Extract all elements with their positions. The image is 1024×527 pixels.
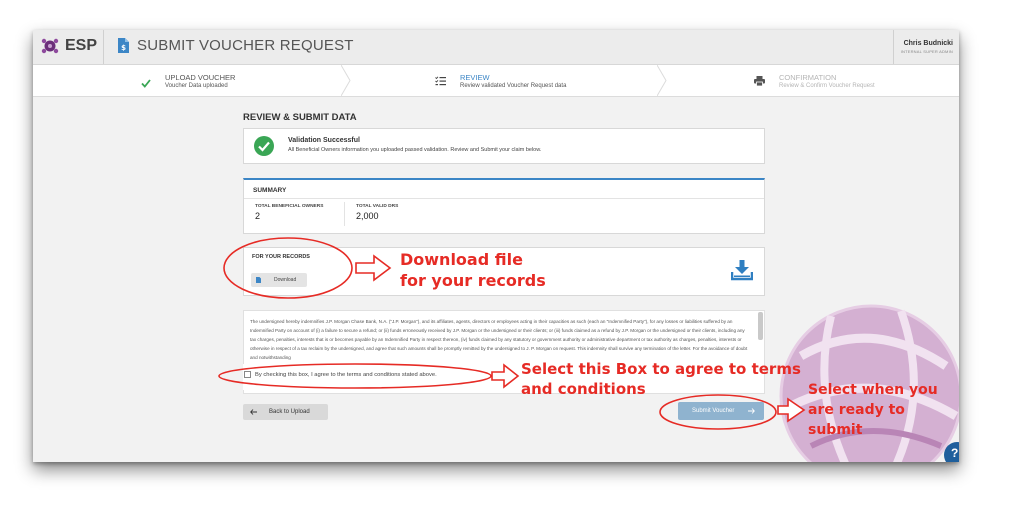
annotation-download-line1: Download file <box>400 250 523 269</box>
download-pointer-arrow <box>355 254 392 282</box>
checkbox-highlight-ellipse <box>218 363 492 389</box>
download-highlight-ellipse <box>223 237 353 299</box>
annotation-submit: Select when you are ready to submit <box>808 380 938 440</box>
annotation-checkbox: Select this Box to agree to terms and co… <box>521 359 801 399</box>
annotation-submit-line3: submit <box>808 422 863 438</box>
annotation-download: Download file for your records <box>400 249 546 291</box>
submit-highlight-ellipse <box>659 394 777 430</box>
submit-pointer-arrow <box>777 397 806 423</box>
annotation-checkbox-line2: and conditions <box>521 380 646 398</box>
annotation-submit-line1: Select when you <box>808 382 938 398</box>
annotation-submit-line2: are ready to <box>808 402 905 418</box>
annotation-download-line2: for your records <box>400 271 546 290</box>
checkbox-pointer-arrow <box>491 363 520 389</box>
annotation-checkbox-line1: Select this Box to agree to terms <box>521 360 801 378</box>
